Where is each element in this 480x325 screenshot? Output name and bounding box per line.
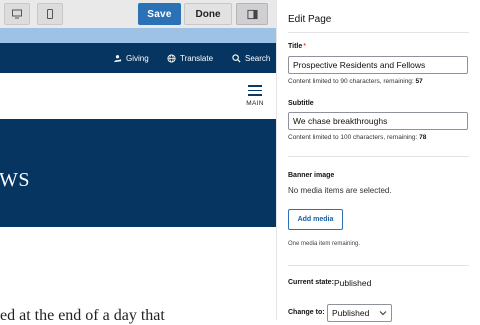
nav-translate-label: Translate	[180, 53, 214, 63]
search-icon	[232, 53, 241, 63]
nav-search[interactable]: Search	[232, 43, 270, 73]
required-marker: *	[303, 43, 306, 50]
nav-giving[interactable]: Giving	[113, 43, 149, 73]
subtitle-label: Subtitle	[288, 100, 314, 107]
banner-image-label: Banner image	[288, 172, 335, 179]
title-label: Title*	[288, 43, 306, 50]
site-header-strip	[0, 28, 276, 43]
mobile-icon	[47, 9, 53, 19]
desktop-view-button[interactable]	[4, 3, 30, 25]
change-to-select[interactable]: Published	[327, 304, 392, 322]
page-body-text: ed at the end of a day that	[0, 307, 165, 324]
title-remaining: 57	[415, 78, 423, 85]
divider	[288, 156, 469, 157]
mobile-view-button[interactable]	[37, 3, 63, 25]
nav-translate[interactable]: Translate	[167, 43, 213, 73]
panel-title: Edit Page	[288, 14, 332, 25]
media-remaining-text: One media item remaining.	[288, 241, 361, 247]
nav-search-label: Search	[245, 53, 271, 63]
chevron-down-icon	[379, 311, 387, 316]
sidebar-toggle-icon	[246, 9, 258, 19]
current-state-label: Current state:	[288, 279, 334, 286]
save-button[interactable]: Save	[138, 3, 181, 25]
site-navbar: Giving Translate Search	[0, 43, 276, 73]
change-to-label: Change to:	[288, 309, 325, 316]
hero-title: WS	[0, 169, 30, 191]
giving-icon	[113, 54, 122, 62]
current-state-value: Published	[334, 278, 372, 288]
divider	[288, 32, 469, 33]
done-button[interactable]: Done	[184, 3, 232, 25]
banner-empty-text: No media items are selected.	[288, 186, 392, 195]
title-hint: Content limited to 90 characters, remain…	[288, 78, 423, 85]
add-media-button[interactable]: Add media	[288, 209, 343, 230]
edit-page-panel: Edit Page Title* Content limited to 90 c…	[277, 0, 480, 322]
hamburger-icon	[248, 85, 262, 96]
main-menu-label: MAIN	[246, 99, 264, 107]
desktop-icon	[12, 9, 22, 19]
subtitle-input[interactable]	[288, 112, 468, 130]
globe-icon	[167, 53, 176, 63]
sidebar-toggle-button[interactable]	[236, 3, 268, 25]
title-input[interactable]	[288, 56, 468, 74]
subtitle-hint: Content limited to 100 characters, remai…	[288, 134, 427, 141]
subtitle-remaining: 78	[419, 134, 427, 141]
divider	[288, 265, 469, 266]
main-menu-button[interactable]: MAIN	[240, 82, 270, 107]
hero-banner: WS	[0, 119, 276, 227]
change-to-selected: Published	[332, 308, 370, 318]
nav-giving-label: Giving	[126, 53, 149, 63]
